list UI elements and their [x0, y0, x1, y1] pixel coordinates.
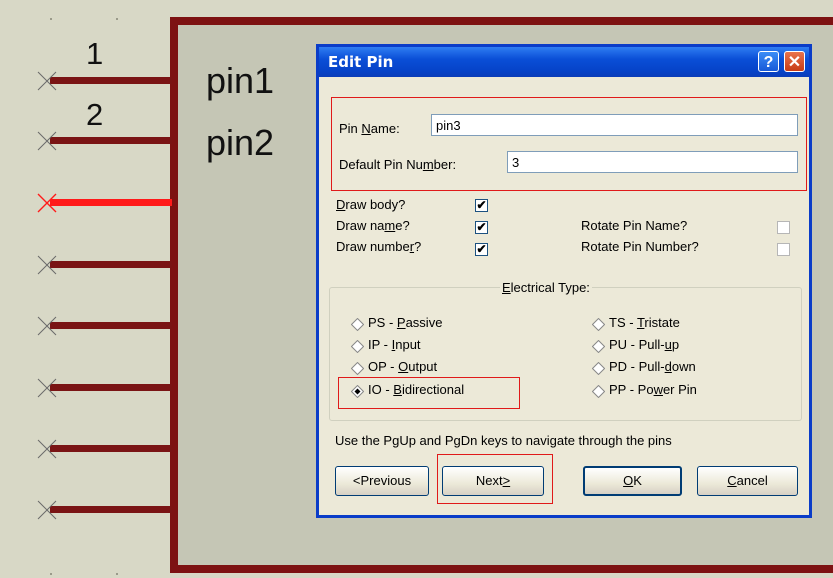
pin-end-x-icon: [37, 439, 57, 459]
dialog-title: Edit Pin: [328, 53, 394, 71]
pin-3-line-selected[interactable]: [50, 199, 172, 206]
pin-name-input[interactable]: [431, 114, 798, 136]
rotate-pin-number-label: Rotate Pin Number?: [581, 239, 699, 254]
pin-end-x-icon: [37, 378, 57, 398]
electrical-type-title: Electrical Type:: [500, 280, 592, 295]
highlight-box: [331, 97, 807, 191]
navigation-hint: Use the PgUp and PgDn keys to navigate t…: [335, 433, 672, 448]
next-button[interactable]: Next>: [442, 466, 544, 496]
pin-end-x-icon: [37, 255, 57, 275]
pin-name-label: pin1: [206, 60, 275, 101]
radio-tristate-icon[interactable]: [592, 318, 605, 331]
draw-number-label: Draw number?: [336, 239, 422, 254]
rotate-pin-name-checkbox[interactable]: [777, 221, 790, 234]
pin-name-label: Pin Name:: [339, 121, 400, 136]
pin-end-x-icon: [37, 71, 57, 91]
draw-name-label: Draw name?: [336, 218, 410, 233]
radio-pullup-icon[interactable]: [592, 340, 605, 353]
radio-input-label[interactable]: IP - Input: [368, 337, 421, 352]
rotate-pin-number-checkbox[interactable]: [777, 243, 790, 256]
help-button[interactable]: ?: [758, 51, 779, 72]
grid-dot: [116, 573, 118, 575]
radio-bidirectional-label[interactable]: IO - Bidirectional: [368, 382, 464, 397]
pin-6-line[interactable]: [50, 384, 172, 391]
radio-passive-label[interactable]: PS - Passive: [368, 315, 442, 330]
pin-4-line[interactable]: [50, 261, 172, 268]
radio-power-pin-icon[interactable]: [592, 385, 605, 398]
radio-pullup-label[interactable]: PU - Pull-up: [609, 337, 679, 352]
radio-pulldown-label[interactable]: PD - Pull-down: [609, 359, 696, 374]
radio-tristate-label[interactable]: TS - Tristate: [609, 315, 680, 330]
cancel-button[interactable]: Cancel: [697, 466, 798, 496]
draw-body-checkbox[interactable]: ✔: [475, 199, 488, 212]
pin-end-x-icon: [37, 500, 57, 520]
pin-number-input[interactable]: [507, 151, 798, 173]
pin-end-x-icon: [37, 131, 57, 151]
draw-name-checkbox[interactable]: ✔: [475, 221, 488, 234]
pin-end-x-icon: [37, 316, 57, 336]
edit-pin-dialog: Edit Pin ? ✕ Pin Name: Default Pin Numbe…: [316, 44, 812, 518]
radio-pulldown-icon[interactable]: [592, 362, 605, 375]
previous-button[interactable]: <Previous: [335, 466, 429, 496]
radio-output-label[interactable]: OP - Output: [368, 359, 437, 374]
grid-dot: [50, 18, 52, 20]
radio-input-icon[interactable]: [351, 340, 364, 353]
radio-passive-icon[interactable]: [351, 318, 364, 331]
close-button[interactable]: ✕: [784, 51, 805, 72]
pin-name-label: pin2: [206, 122, 275, 163]
draw-number-checkbox[interactable]: ✔: [475, 243, 488, 256]
grid-dot: [116, 18, 118, 20]
pin-7-line[interactable]: [50, 445, 172, 452]
radio-power-pin-label[interactable]: PP - Power Pin: [609, 382, 697, 397]
title-bar[interactable]: Edit Pin ? ✕: [319, 47, 809, 77]
pin-number-label: Default Pin Number:: [339, 157, 457, 172]
pin-1-line[interactable]: [50, 77, 172, 84]
rotate-pin-name-label: Rotate Pin Name?: [581, 218, 688, 233]
ok-button[interactable]: OK: [583, 466, 682, 496]
pin-end-x-icon: [37, 193, 57, 213]
draw-body-label: Draw body?: [336, 197, 406, 212]
pin-8-line[interactable]: [50, 506, 172, 513]
radio-output-icon[interactable]: [351, 362, 364, 375]
radio-bidirectional-icon[interactable]: [351, 385, 364, 398]
pin-number-label: 1: [86, 36, 104, 71]
pin-number-label: 2: [86, 97, 104, 132]
grid-dot: [50, 573, 52, 575]
pin-5-line[interactable]: [50, 322, 172, 329]
pin-2-line[interactable]: [50, 137, 172, 144]
